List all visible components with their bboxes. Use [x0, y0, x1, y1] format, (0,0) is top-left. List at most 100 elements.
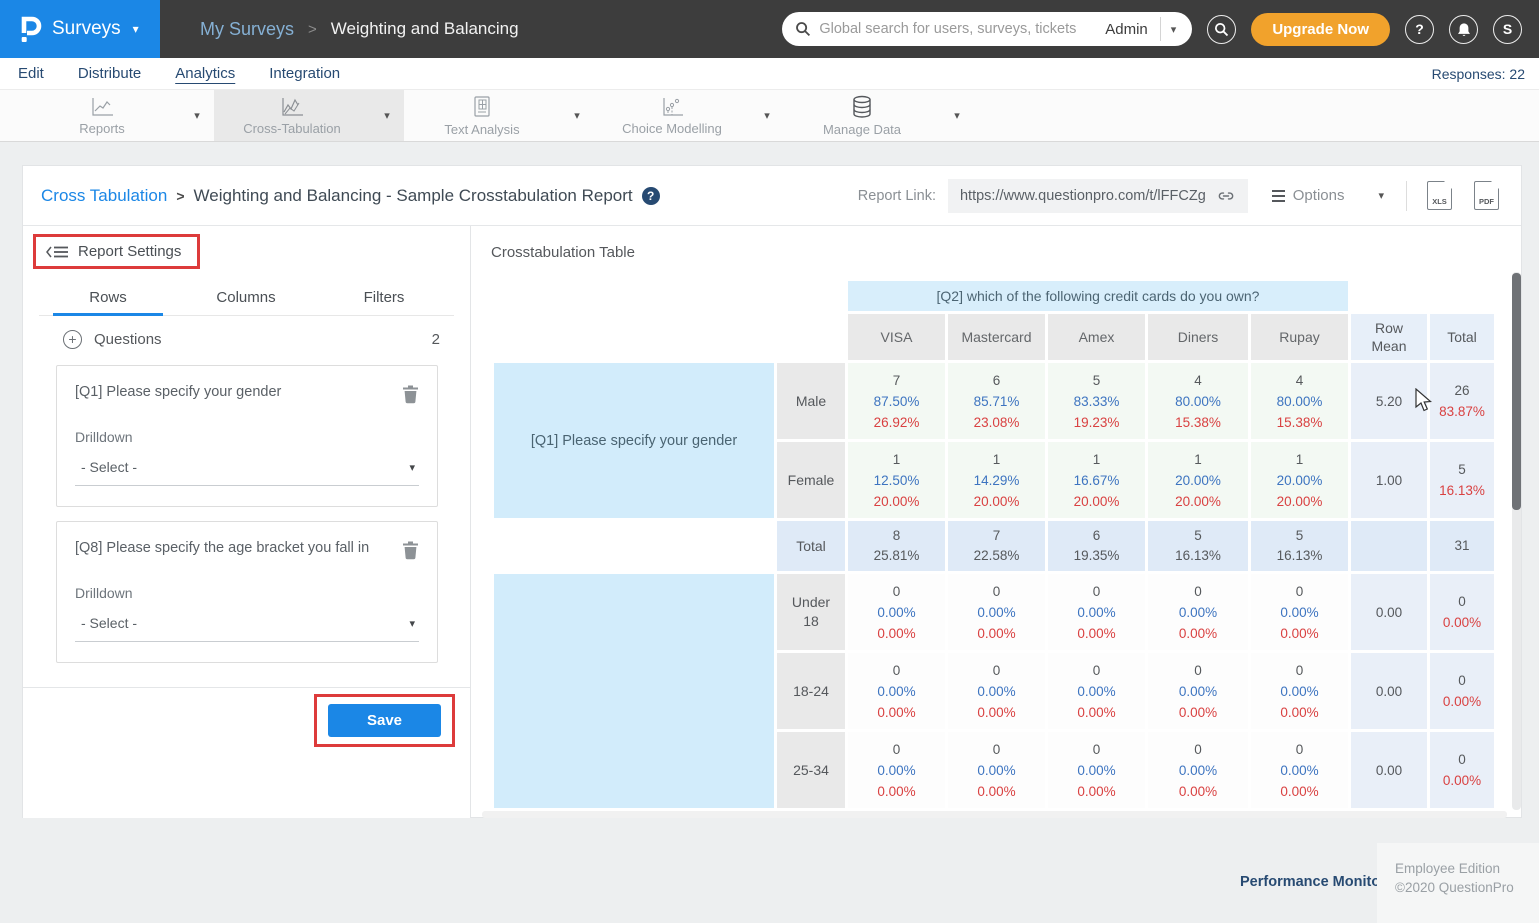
select-value: - Select -: [81, 615, 137, 631]
text-document-icon: [470, 95, 494, 119]
data-cell: 787.50%26.92%: [848, 363, 945, 439]
export-xls-button[interactable]: XLS: [1427, 181, 1452, 210]
data-cell: 00.00%0.00%: [1148, 574, 1248, 650]
questionpro-logo-icon: [18, 14, 42, 44]
page-fold: [1444, 181, 1452, 189]
cross-tabulation-link[interactable]: Cross Tabulation: [41, 186, 167, 206]
help-button[interactable]: ?: [1405, 15, 1434, 44]
page-fold: [1491, 181, 1499, 189]
row-label: Female: [777, 442, 845, 518]
performance-monitor-link[interactable]: Performance Monitor: [1240, 874, 1386, 890]
horizontal-scrollbar[interactable]: [482, 811, 1507, 818]
drilldown-label: Drilldown: [75, 429, 419, 445]
search-icon: [795, 21, 811, 37]
edition-line1: Employee Edition: [1395, 859, 1539, 878]
global-search-input[interactable]: [819, 21, 1099, 37]
data-cell: 00.00%0.00%: [948, 653, 1045, 729]
tab-columns[interactable]: Columns: [177, 281, 315, 315]
delete-question-button[interactable]: [402, 540, 419, 563]
edition-line2: ©2020 QuestionPro: [1395, 878, 1539, 897]
report-breadcrumb: Cross Tabulation > Weighting and Balanci…: [41, 186, 660, 206]
notifications-button[interactable]: [1449, 15, 1478, 44]
xls-label: XLS: [1428, 197, 1451, 206]
row-label-total: Total: [777, 521, 845, 571]
cross-tab-chart-icon: [279, 96, 305, 118]
nav-analytics[interactable]: Analytics: [175, 65, 235, 82]
user-avatar[interactable]: S: [1493, 15, 1522, 44]
chevron-down-icon[interactable]: ▾: [940, 109, 974, 122]
database-icon: [850, 95, 874, 119]
row-mean-cell: 0.00: [1351, 732, 1427, 808]
analytics-toolbar: Reports ▾ Cross-Tabulation ▾ Text Analys…: [0, 90, 1539, 142]
nav-edit[interactable]: Edit: [18, 65, 44, 82]
tab-filters[interactable]: Filters: [315, 281, 453, 315]
breadcrumb-my-surveys[interactable]: My Surveys: [200, 19, 294, 40]
toolbar-choice-modelling[interactable]: Choice Modelling ▾: [594, 90, 784, 141]
row-label: 18-24: [777, 653, 845, 729]
data-cell: 00.00%0.00%: [1048, 653, 1145, 729]
grand-total-cell: 31: [1430, 521, 1494, 571]
drilldown-select[interactable]: - Select - ▾: [75, 615, 419, 642]
surveys-product-menu[interactable]: Surveys ▾: [0, 0, 160, 58]
data-cell: 112.50%20.00%: [848, 442, 945, 518]
report-link-url[interactable]: https://www.questionpro.com/t/lFFCZg: [960, 188, 1206, 204]
data-cell: 00.00%0.00%: [848, 653, 945, 729]
column-header-row-mean: Row Mean: [1351, 314, 1427, 360]
breadcrumb-separator: >: [308, 21, 317, 38]
upgrade-now-button[interactable]: Upgrade Now: [1251, 13, 1390, 46]
product-menu-label: Surveys: [52, 18, 121, 40]
save-button[interactable]: Save: [328, 704, 441, 737]
search-scope-selector[interactable]: Admin: [1099, 21, 1160, 38]
data-cell: 00.00%0.00%: [1148, 653, 1248, 729]
vertical-scrollbar-track[interactable]: [1512, 272, 1521, 810]
mouse-cursor: [1412, 388, 1434, 417]
drilldown-select[interactable]: - Select - ▾: [75, 459, 419, 486]
toolbar-manage-data[interactable]: Manage Data ▾: [784, 90, 974, 141]
options-menu[interactable]: Options ▾: [1272, 187, 1384, 204]
report-link-box[interactable]: https://www.questionpro.com/t/lFFCZg: [948, 179, 1248, 213]
toolbar-cross-tabulation[interactable]: Cross-Tabulation ▾: [214, 90, 404, 141]
chevron-down-icon[interactable]: ▾: [370, 109, 404, 122]
breadcrumb-separator: >: [176, 188, 184, 204]
toolbar-reports[interactable]: Reports ▾: [24, 90, 214, 141]
chevron-down-icon: ▾: [1378, 189, 1384, 202]
nav-integration[interactable]: Integration: [269, 65, 340, 82]
help-icon[interactable]: ?: [642, 187, 660, 205]
search-icon: [1214, 22, 1229, 37]
add-question-button[interactable]: +: [63, 330, 82, 349]
breadcrumb: My Surveys > Weighting and Balancing: [200, 0, 519, 58]
total-row-cell: 825.81%: [848, 521, 945, 571]
questions-count: 2: [432, 331, 440, 348]
chevron-down-icon[interactable]: ▾: [180, 109, 214, 122]
vertical-scrollbar-thumb[interactable]: [1512, 273, 1521, 510]
export-pdf-button[interactable]: PDF: [1474, 181, 1499, 210]
report-settings-panel: Report Settings Rows Columns Filters + Q…: [23, 226, 471, 818]
search-button[interactable]: [1207, 15, 1236, 44]
row-total-cell: 00.00%: [1430, 574, 1494, 650]
report-settings-toggle[interactable]: Report Settings: [36, 237, 197, 266]
toolbar-text-analysis[interactable]: Text Analysis ▾: [404, 90, 594, 141]
row-label: Male: [777, 363, 845, 439]
data-cell: 00.00%0.00%: [1048, 574, 1145, 650]
nav-distribute[interactable]: Distribute: [78, 65, 141, 82]
report-settings-label: Report Settings: [78, 243, 181, 260]
page: Surveys ▾ My Surveys > Weighting and Bal…: [0, 0, 1539, 923]
data-cell: 120.00%20.00%: [1148, 442, 1248, 518]
delete-question-button[interactable]: [402, 384, 419, 407]
report-actions: Report Link: https://www.questionpro.com…: [858, 179, 1503, 213]
column-header-rupay: Rupay: [1251, 314, 1348, 360]
data-cell: 00.00%0.00%: [1148, 732, 1248, 808]
report-card: Cross Tabulation > Weighting and Balanci…: [22, 165, 1522, 818]
search-scope-chevron-icon[interactable]: ▾: [1161, 23, 1183, 36]
chevron-down-icon[interactable]: ▾: [560, 109, 594, 122]
report-header-bar: Cross Tabulation > Weighting and Balanci…: [23, 166, 1521, 226]
question-text: [Q1] Please specify your gender: [75, 384, 402, 400]
data-cell: 00.00%0.00%: [848, 574, 945, 650]
data-cell: 114.29%20.00%: [948, 442, 1045, 518]
chevron-down-icon: ▾: [409, 461, 415, 474]
tab-rows[interactable]: Rows: [39, 281, 177, 315]
link-icon[interactable]: [1216, 186, 1236, 206]
trash-icon: [402, 384, 419, 404]
chevron-down-icon[interactable]: ▾: [750, 109, 784, 122]
row-mean-cell: 1.00: [1351, 442, 1427, 518]
